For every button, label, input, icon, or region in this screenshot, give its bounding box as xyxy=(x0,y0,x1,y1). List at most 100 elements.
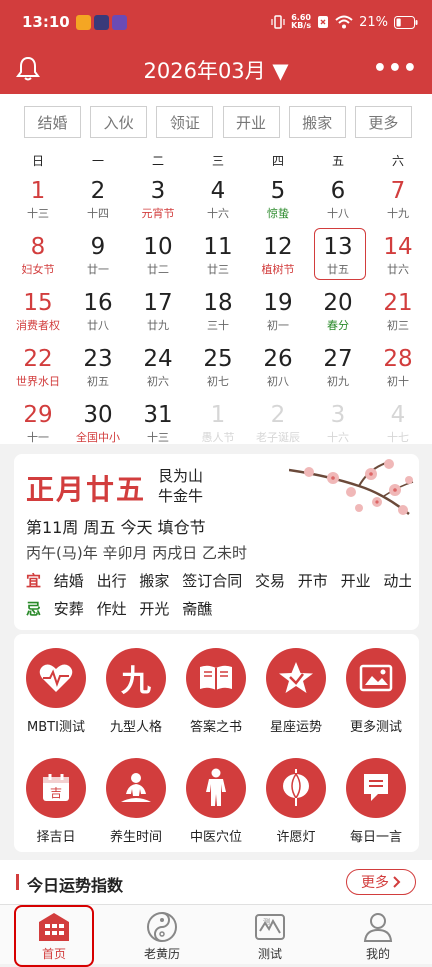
star-mansion: 牛金牛 xyxy=(158,487,204,505)
calendar-day-cell[interactable]: 5 惊蛰 xyxy=(248,170,308,226)
calendar-day-cell[interactable]: 22 世界水日 xyxy=(8,338,68,394)
lunar-day-label: 元宵节 xyxy=(141,207,175,220)
calendar-day-cell[interactable]: 10 廿二 xyxy=(128,226,188,282)
filter-button[interactable]: 领证 xyxy=(156,106,214,138)
calendar-day-cell[interactable]: 6 十八 xyxy=(308,170,368,226)
calendar-day-cell[interactable]: 4 十七 xyxy=(368,394,428,450)
calendar-day-cell[interactable]: 1 愚人节 xyxy=(188,394,248,450)
calendar-day-cell[interactable]: 24 初六 xyxy=(128,338,188,394)
day-number: 5 xyxy=(270,178,286,204)
day-number: 26 xyxy=(263,346,293,372)
calendar-day-cell[interactable]: 13 廿五 xyxy=(308,226,368,282)
calendar-day-cell[interactable]: 26 初八 xyxy=(248,338,308,394)
lunar-day-label: 初三 xyxy=(387,319,409,332)
tool-answer-book[interactable]: 答案之书 xyxy=(176,648,256,735)
net-speed: 6.60 KB/s xyxy=(291,14,311,30)
day-number: 24 xyxy=(143,346,173,372)
calendar-day-cell[interactable]: 1 十三 xyxy=(8,170,68,226)
tool-mbti[interactable]: MBTI测试 xyxy=(16,648,96,735)
calendar-day-cell[interactable]: 9 廿一 xyxy=(68,226,128,282)
more-button[interactable]: 更多 xyxy=(346,869,416,895)
ji-item: 开光 xyxy=(139,600,170,618)
weekday-label: 一 xyxy=(91,154,104,168)
filter-more-button[interactable]: 更多 xyxy=(354,106,412,138)
body-icon xyxy=(186,758,246,818)
section-title: 今日运势指数 xyxy=(27,876,124,895)
tool-enneagram[interactable]: 九 九型人格 xyxy=(96,648,176,735)
tool-acupoints[interactable]: 中医穴位 xyxy=(176,758,256,845)
calendar-day-cell[interactable]: 27 初九 xyxy=(308,338,368,394)
calendar-day-cell[interactable]: 3 十六 xyxy=(308,394,368,450)
calendar-day-cell[interactable]: 19 初一 xyxy=(248,282,308,338)
calendar-week-row: 8 妇女节 9 廿一 10 廿二 11 廿三 12 植树节 13 廿五 14 廿六 xyxy=(8,226,428,282)
tools-grid: MBTI测试 九 九型人格 答案之书 星座运势 更多测试 吉 择吉日 养生时间 … xyxy=(14,634,419,852)
tool-health-time[interactable]: 养生时间 xyxy=(96,758,176,845)
tool-label: 九型人格 xyxy=(109,720,162,735)
calendar-day-cell[interactable]: 16 廿八 xyxy=(68,282,128,338)
lunar-day-label: 老子诞辰 xyxy=(256,431,300,444)
more-label: 更多 xyxy=(361,875,389,891)
day-number: 31 xyxy=(143,402,173,428)
tab-test[interactable]: 测 测试 xyxy=(216,905,324,964)
tab-label: 我的 xyxy=(365,947,390,961)
yi-item: 搬家 xyxy=(139,572,170,590)
filter-button[interactable]: 搬家 xyxy=(288,106,346,138)
filter-button[interactable]: 结婚 xyxy=(24,106,81,138)
day-number: 7 xyxy=(390,178,406,204)
calendar-day-cell[interactable]: 14 廿六 xyxy=(368,226,428,282)
calendar-day-cell[interactable]: 23 初五 xyxy=(68,338,128,394)
day-detail-card[interactable]: 正月廿五 艮为山 牛金牛 第11周 周五 今天 填仓节 丙午(马)年 辛卯月 丙… xyxy=(14,454,419,630)
calendar-day-cell[interactable]: 4 十六 xyxy=(188,170,248,226)
calendar-day-cell[interactable]: 18 三十 xyxy=(188,282,248,338)
calendar-panel: 结婚 入伙 领证 开业 搬家 更多 日 一 二 三 四 五 六 1 十三 2 十四 3 元… xyxy=(0,94,432,444)
tab-mine[interactable]: 我的 xyxy=(324,905,432,964)
yi-item: 交易 xyxy=(254,572,285,590)
lunar-day-label: 廿六 xyxy=(387,263,409,276)
day-number: 17 xyxy=(143,290,173,316)
calendar-day-cell[interactable]: 8 妇女节 xyxy=(8,226,68,282)
tool-daily-quote[interactable]: 每日一言 xyxy=(336,758,416,845)
calendar-day-cell[interactable]: 25 初七 xyxy=(188,338,248,394)
fortune-section-header: 今日运势指数 更多 xyxy=(0,860,432,904)
lunar-day-label: 惊蛰 xyxy=(267,207,289,220)
calendar-day-cell[interactable]: 3 元宵节 xyxy=(128,170,188,226)
lunar-day-label: 春分 xyxy=(327,319,349,332)
filter-bar: 结婚 入伙 领证 开业 搬家 更多 xyxy=(24,106,412,138)
calendar-day-cell[interactable]: 31 十三 xyxy=(128,394,188,450)
day-number: 4 xyxy=(390,402,406,428)
lunar-day-label: 初一 xyxy=(267,319,289,332)
calendar-day-cell[interactable]: 21 初三 xyxy=(368,282,428,338)
yi-item: 出行 xyxy=(96,572,127,590)
tool-auspicious-day[interactable]: 吉 择吉日 xyxy=(16,758,96,845)
lunar-day-label: 初九 xyxy=(327,375,349,388)
more-dots-icon[interactable]: ••• xyxy=(373,56,418,81)
tool-horoscope[interactable]: 星座运势 xyxy=(256,648,336,735)
tab-label: 测试 xyxy=(257,947,282,961)
tab-home[interactable]: 首页 xyxy=(0,905,108,967)
calendar-day-cell[interactable]: 7 十九 xyxy=(368,170,428,226)
tool-wish-lantern[interactable]: 许愿灯 xyxy=(256,758,336,845)
svg-text:吉: 吉 xyxy=(50,786,62,800)
calendar-day-cell[interactable]: 28 初十 xyxy=(368,338,428,394)
calendar-day-cell[interactable]: 20 春分 xyxy=(308,282,368,338)
tab-label: 老黄历 xyxy=(143,947,180,961)
calendar-day-cell[interactable]: 29 十一 xyxy=(8,394,68,450)
calendar-day-cell[interactable]: 30 全国中小 xyxy=(68,394,128,450)
tool-more-tests[interactable]: 更多测试 xyxy=(336,648,416,735)
day-number: 13 xyxy=(323,234,353,260)
filter-button[interactable]: 开业 xyxy=(222,106,280,138)
calendar-day-cell[interactable]: 11 廿三 xyxy=(188,226,248,282)
weekday-label: 日 xyxy=(31,154,44,168)
ji-item: 斋醮 xyxy=(182,600,213,618)
user-icon xyxy=(363,913,393,942)
calendar-day-cell[interactable]: 17 廿九 xyxy=(128,282,188,338)
calendar-day-cell[interactable]: 15 消费者权 xyxy=(8,282,68,338)
calendar-day-cell[interactable]: 2 老子诞辰 xyxy=(248,394,308,450)
calendar-day-cell[interactable]: 12 植树节 xyxy=(248,226,308,282)
lunar-day-label: 妇女节 xyxy=(21,263,55,276)
filter-button[interactable]: 入伙 xyxy=(90,106,148,138)
calendar-day-cell[interactable]: 2 十四 xyxy=(68,170,128,226)
day-number: 2 xyxy=(90,178,106,204)
tab-almanac[interactable]: 老黄历 xyxy=(108,905,216,964)
month-selector[interactable]: 2026年03月 ▼ xyxy=(0,55,432,85)
